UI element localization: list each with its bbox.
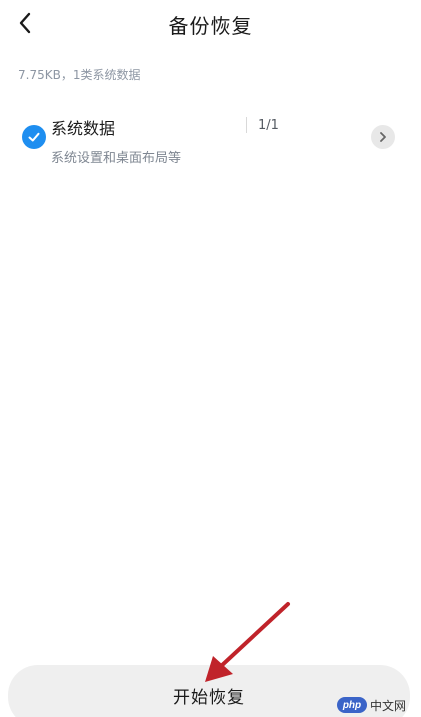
page-title: 备份恢复 (168, 14, 253, 38)
item-count: 1/1 (258, 118, 279, 133)
divider (246, 117, 247, 133)
check-circle-icon[interactable] (22, 125, 46, 149)
item-title: 系统数据 (51, 119, 116, 138)
backup-restore-screen: 备份恢复 7.75KB，1类系统数据 系统数据 系统设置和桌面布局等 1/1 开… (0, 0, 421, 717)
list-item-system-data[interactable]: 系统数据 系统设置和桌面布局等 1/1 (0, 105, 421, 175)
backup-summary: 7.75KB，1类系统数据 (18, 68, 141, 82)
header: 备份恢复 (0, 0, 421, 48)
item-description: 系统设置和桌面布局等 (51, 151, 182, 166)
watermark-text: 中文网 (370, 698, 407, 713)
watermark: php 中文网 (337, 695, 417, 715)
chevron-right-icon[interactable] (371, 125, 395, 149)
watermark-logo: php (337, 697, 367, 713)
